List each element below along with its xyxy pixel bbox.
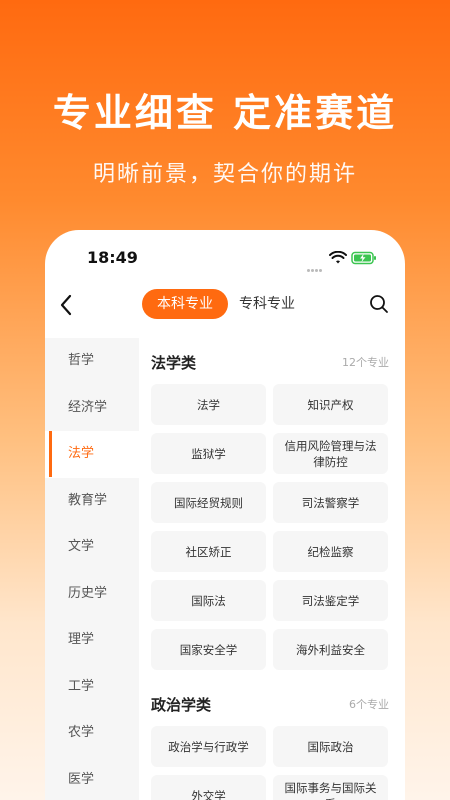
major-chip[interactable]: 国际事务与国际关系 [273, 775, 388, 800]
hero-subtitle: 明晰前景，契合你的期许 [92, 162, 357, 187]
major-list: 法学类 12个专业 法学 知识产权 监狱学 信用风险管理与法律防控 国际经贸规则… [139, 338, 405, 800]
tab-vocational[interactable]: 专科专业 [235, 289, 299, 319]
major-chip[interactable]: 监狱学 [151, 433, 266, 474]
status-time: 18:49 [87, 248, 138, 267]
major-chip[interactable]: 外交学 [151, 775, 266, 800]
sidebar-item[interactable]: 经济学 [45, 385, 139, 432]
section-count: 6个专业 [349, 698, 389, 711]
back-chevron-left-icon[interactable] [59, 294, 73, 316]
major-chip[interactable]: 国家安全学 [151, 629, 266, 670]
major-chip[interactable]: 司法鉴定学 [273, 580, 388, 621]
wifi-icon [329, 251, 347, 264]
sidebar-item[interactable]: 文学 [45, 524, 139, 571]
major-chip[interactable]: 司法警察学 [273, 482, 388, 523]
sidebar-item[interactable]: 医学 [45, 757, 139, 800]
sidebar-item[interactable]: 农学 [45, 710, 139, 757]
section-count: 12个专业 [342, 356, 389, 369]
sidebar-item[interactable]: 历史学 [45, 571, 139, 618]
major-chip[interactable]: 海外利益安全 [273, 629, 388, 670]
major-chip[interactable]: 国际法 [151, 580, 266, 621]
sidebar-item[interactable]: 理学 [45, 617, 139, 664]
signal-dots-icon [307, 257, 323, 272]
major-chip[interactable]: 社区矫正 [151, 531, 266, 572]
section-title: 法学类 [151, 353, 197, 372]
phone-screen: 18:49 本科专业 专科专业 哲学 经济学 法学 教育学 文学 历史学 理学 … [45, 230, 405, 800]
major-chip[interactable]: 政治学与行政学 [151, 726, 266, 767]
status-bar: 18:49 [45, 230, 405, 286]
tab-undergrad[interactable]: 本科专业 [142, 289, 228, 319]
hero-title: 专业细查 定准赛道 [52, 91, 398, 135]
major-chip[interactable]: 信用风险管理与法律防控 [273, 433, 388, 474]
sidebar-item[interactable]: 工学 [45, 664, 139, 711]
category-sidebar: 哲学 经济学 法学 教育学 文学 历史学 理学 工学 农学 医学 [45, 338, 139, 800]
major-chip[interactable]: 国际政治 [273, 726, 388, 767]
sidebar-item[interactable]: 哲学 [45, 338, 139, 385]
section-title: 政治学类 [151, 695, 212, 714]
top-nav: 本科专业 专科专业 [45, 286, 405, 330]
major-chip[interactable]: 知识产权 [273, 384, 388, 425]
battery-charging-icon [351, 251, 376, 265]
sidebar-item[interactable]: 教育学 [45, 478, 139, 525]
major-chip[interactable]: 法学 [151, 384, 266, 425]
section-law: 法学类 12个专业 法学 知识产权 监狱学 信用风险管理与法律防控 国际经贸规则… [151, 346, 389, 670]
sidebar-item-active[interactable]: 法学 [45, 431, 139, 478]
search-icon[interactable] [369, 294, 389, 314]
section-politics: 政治学类 6个专业 政治学与行政学 国际政治 外交学 国际事务与国际关系 [151, 688, 389, 800]
major-chip[interactable]: 纪检监察 [273, 531, 388, 572]
major-chip[interactable]: 国际经贸规则 [151, 482, 266, 523]
